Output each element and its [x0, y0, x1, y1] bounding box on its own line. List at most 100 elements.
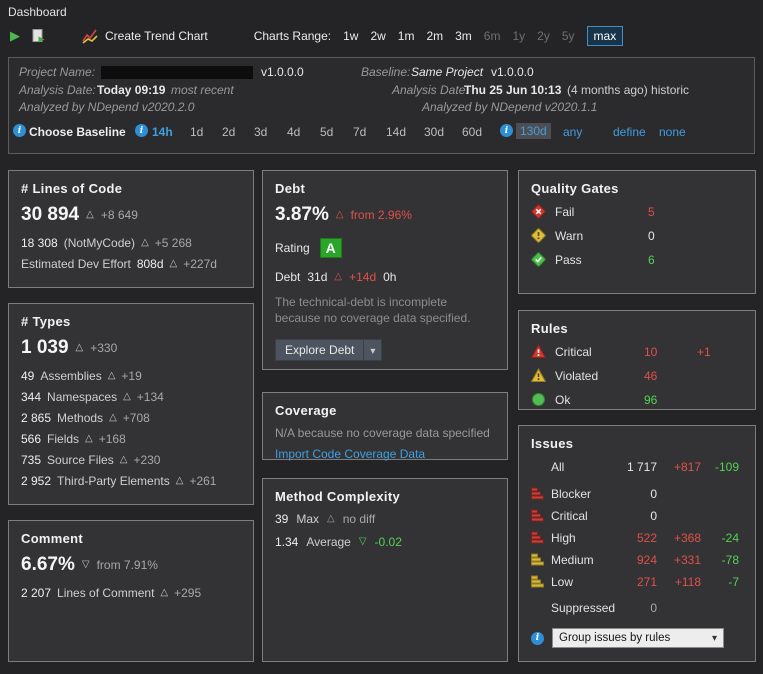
- issues-value: 0: [617, 601, 657, 615]
- range-3m[interactable]: 3m: [455, 29, 472, 43]
- create-trend-chart-button[interactable]: Create Trend Chart: [82, 28, 208, 44]
- baseline-option-130d[interactable]: 130d: [516, 123, 551, 139]
- debt-panel: Debt 3.87% from 2.96% Rating A Debt 31d …: [262, 170, 508, 370]
- run-analysis-icon[interactable]: [10, 28, 20, 44]
- baseline-option-3d[interactable]: 3d: [254, 125, 267, 139]
- row-value: 2 952: [21, 474, 51, 488]
- baseline-date-value: Thu 25 Jun 10:13: [464, 83, 561, 97]
- info-icon[interactable]: [13, 124, 26, 137]
- row-label: Namespaces: [47, 390, 117, 404]
- critical-warning-icon: [531, 344, 546, 359]
- baseline-option-7d[interactable]: 7d: [353, 125, 366, 139]
- baseline-option-any[interactable]: any: [563, 125, 582, 139]
- explore-debt-button[interactable]: Explore Debt: [275, 339, 382, 361]
- medium-severity-icon: [531, 553, 544, 566]
- effort-diff: +227d: [183, 257, 217, 271]
- warn-diamond-icon: [531, 228, 546, 243]
- debt-amount-hours: 0h: [383, 270, 396, 284]
- issues-label: Suppressed: [551, 601, 617, 615]
- row-diff: +261: [189, 474, 216, 488]
- quality-gate-fail-row: Fail 5: [531, 204, 743, 219]
- info-icon[interactable]: [135, 124, 148, 137]
- group-issues-dropdown-value: Group issues by rules: [559, 632, 670, 644]
- issues-all-row: All 1 717 +817 -109: [531, 459, 743, 474]
- baseline-option-14h[interactable]: 14h: [152, 125, 173, 139]
- trend-chart-icon: [82, 28, 98, 44]
- debt-amount-value: 31d: [307, 270, 327, 284]
- gate-value: 5: [648, 205, 678, 219]
- panel-title: Comment: [21, 531, 241, 546]
- issues-removed: -78: [701, 553, 739, 567]
- baseline-option-4d[interactable]: 4d: [287, 125, 300, 139]
- baseline-none-link[interactable]: none: [659, 125, 686, 139]
- rule-value: 96: [644, 393, 697, 407]
- comment-panel: Comment 6.67% from 7.91% 2 207 Lines of …: [8, 520, 254, 662]
- method-complexity-panel: Method Complexity 39 Max no diff 1.34 Av…: [262, 478, 508, 662]
- baseline-date-label: Analysis Date:: [392, 83, 469, 97]
- coverage-note: N/A because no coverage data specified: [275, 426, 495, 440]
- loc-diff: +8 649: [101, 208, 138, 222]
- pass-diamond-icon: [531, 252, 546, 267]
- row-diff: +168: [99, 432, 126, 446]
- baseline-option-14d[interactable]: 14d: [386, 125, 406, 139]
- analyzed-by-label: Analyzed by NDepend v2020.2.0: [19, 100, 194, 114]
- panel-title: Method Complexity: [275, 489, 495, 504]
- baseline-option-30d[interactable]: 30d: [424, 125, 444, 139]
- issues-blocker-row: Blocker 0: [531, 486, 743, 501]
- range-2y[interactable]: 2y: [537, 29, 550, 43]
- analysis-date-value: Today 09:19: [97, 83, 165, 97]
- increase-icon: [170, 259, 178, 269]
- row-value: 735: [21, 453, 41, 467]
- range-max-selected[interactable]: max: [587, 26, 624, 46]
- dev-effort-row: Estimated Dev Effort 808d +227d: [21, 257, 241, 271]
- range-2m[interactable]: 2m: [426, 29, 443, 43]
- info-icon[interactable]: [531, 632, 544, 645]
- issues-value: 271: [617, 575, 657, 589]
- import-coverage-link[interactable]: Import Code Coverage Data: [275, 447, 495, 461]
- baseline-option-2d[interactable]: 2d: [222, 125, 235, 139]
- issues-value: 924: [617, 553, 657, 567]
- issues-removed: -109: [701, 460, 739, 474]
- panel-title: Rules: [531, 321, 743, 336]
- group-issues-dropdown[interactable]: Group issues by rules: [552, 628, 724, 648]
- baseline-option-60d[interactable]: 60d: [462, 125, 482, 139]
- row-label: Methods: [57, 411, 103, 425]
- range-2w[interactable]: 2w: [370, 29, 385, 43]
- dropdown-arrow-icon: [364, 340, 381, 360]
- issues-label: Low: [551, 575, 617, 589]
- issues-added: +331: [657, 553, 701, 567]
- gate-label: Pass: [555, 253, 648, 267]
- info-icon[interactable]: [500, 124, 513, 137]
- notmycode-diff: +5 268: [155, 236, 192, 250]
- rules-ok-row: Ok 96: [531, 392, 743, 407]
- panel-title: Quality Gates: [531, 181, 743, 196]
- baseline-define-link[interactable]: define: [613, 125, 646, 139]
- violated-warning-icon: [531, 368, 546, 383]
- baseline-option-1d[interactable]: 1d: [190, 125, 203, 139]
- export-report-icon[interactable]: [30, 28, 46, 44]
- ndepend-dashboard: Dashboard Create Trend Chart Charts Rang…: [0, 0, 763, 674]
- gate-label: Fail: [555, 205, 648, 219]
- row-diff: +708: [123, 411, 150, 425]
- rule-label: Ok: [555, 393, 644, 407]
- row-value: 344: [21, 390, 41, 404]
- issues-suppressed-row: Suppressed 0: [531, 600, 743, 615]
- project-name-label: Project Name:: [19, 65, 95, 79]
- range-1w[interactable]: 1w: [343, 29, 358, 43]
- decrease-good-icon: [359, 537, 367, 547]
- low-severity-icon: [531, 575, 544, 588]
- range-5y[interactable]: 5y: [562, 29, 575, 43]
- range-1y[interactable]: 1y: [512, 29, 525, 43]
- baseline-label: Baseline:: [361, 65, 410, 79]
- range-6m[interactable]: 6m: [484, 29, 501, 43]
- coverage-panel: Coverage N/A because no coverage data sp…: [262, 392, 508, 460]
- range-1m[interactable]: 1m: [398, 29, 415, 43]
- effort-label: Estimated Dev Effort: [21, 257, 131, 271]
- baseline-option-5d[interactable]: 5d: [320, 125, 333, 139]
- issues-removed: -7: [701, 575, 739, 589]
- rules-critical-row: Critical 10 +1: [531, 344, 743, 359]
- report-page-icon: [30, 28, 46, 44]
- types-row: 566 Fields +168: [21, 432, 241, 446]
- rules-panel: Rules Critical 10 +1 Violated 46: [518, 310, 756, 410]
- page-title: Dashboard: [8, 5, 67, 19]
